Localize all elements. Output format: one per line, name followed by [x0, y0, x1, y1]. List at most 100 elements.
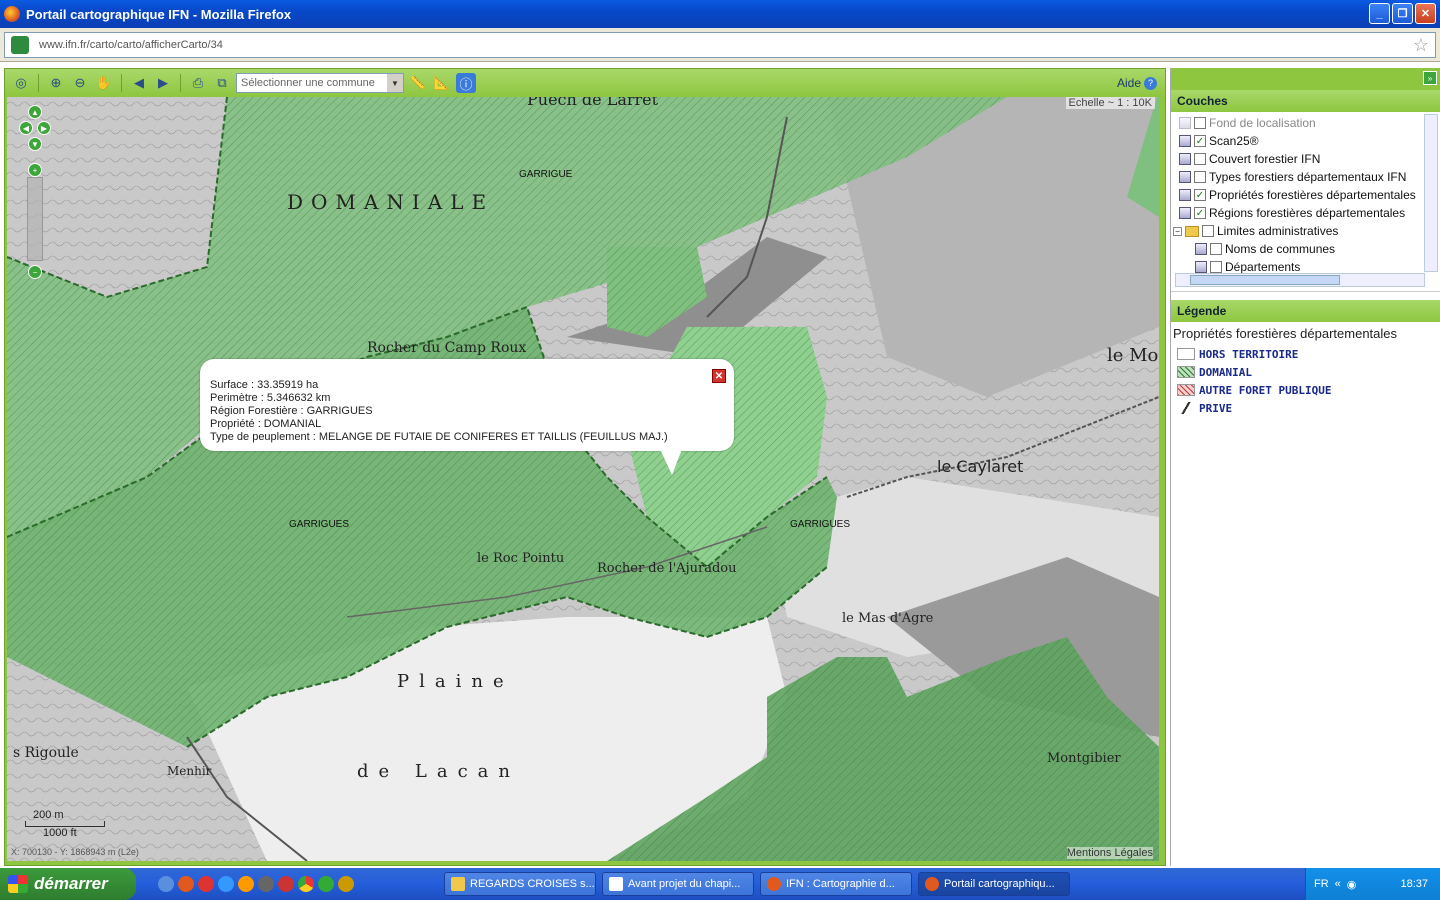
quick-launch — [158, 876, 354, 892]
windows-taskbar: démarrer REGARDS CROISES s... Avant proj… — [0, 868, 1440, 900]
url-input[interactable]: www.ifn.fr/carto/carto/afficherCarto/34 … — [4, 32, 1436, 58]
help-icon: ? — [1144, 76, 1157, 90]
legend-swatch — [1177, 366, 1195, 378]
map-canvas[interactable]: DOMANIALE Puech de Larret Rocher du Camp… — [7, 97, 1159, 861]
layer-checkbox[interactable] — [1194, 153, 1206, 165]
layer-checkbox[interactable] — [1210, 261, 1222, 273]
layer-checkbox[interactable] — [1210, 243, 1222, 255]
firefox-icon — [925, 877, 939, 891]
popup-close-icon[interactable]: ✕ — [712, 369, 726, 383]
window-titlebar: Portail cartographique IFN - Mozilla Fir… — [0, 0, 1440, 28]
full-extent-icon[interactable]: ◎ — [11, 73, 31, 93]
coordinate-readout: X: 700130 - Y: 1868943 m (L2e) — [11, 847, 139, 857]
layers-horizontal-scrollbar[interactable] — [1175, 273, 1425, 287]
next-view-icon[interactable]: ▶ — [153, 73, 173, 93]
layer-types-forestiers[interactable]: Types forestiers départementaux IFN — [1179, 168, 1440, 186]
layer-couvert-forestier[interactable]: Couvert forestier IFN — [1179, 150, 1440, 168]
taskbar-item-active[interactable]: Portail cartographiqu... — [918, 872, 1070, 896]
side-panel: » Couches Fond de localisation ✓ Scan25® — [1170, 68, 1440, 866]
layer-icon — [1179, 189, 1191, 201]
layer-checkbox[interactable]: ✓ — [1194, 135, 1206, 147]
zoom-slider[interactable] — [27, 177, 43, 261]
layer-regions-forestieres[interactable]: ✓ Régions forestières départementales — [1179, 204, 1440, 222]
layer-checkbox[interactable] — [1202, 225, 1214, 237]
close-window-button[interactable]: ✕ — [1415, 3, 1436, 24]
window-title: Portail cartographique IFN - Mozilla Fir… — [26, 6, 292, 22]
layer-checkbox[interactable] — [1194, 117, 1206, 129]
measure-area-icon[interactable]: 📐 — [432, 73, 452, 93]
navigation-bar: www.ifn.fr/carto/carto/afficherCarto/34 … — [0, 28, 1440, 62]
network-icon[interactable]: ◉ — [1347, 878, 1357, 891]
layer-limites-administratives[interactable]: − Limites administratives — [1173, 222, 1440, 240]
help-label: Aide — [1116, 76, 1141, 90]
taskbar-item[interactable]: Avant projet du chapi... — [602, 872, 754, 896]
layer-icon — [1179, 135, 1191, 147]
legende-header: Légende — [1171, 300, 1440, 322]
popup-perimetre: Perimètre : 5.346632 km — [210, 392, 331, 404]
commune-select[interactable]: Sélectionner une commune ▼ — [236, 73, 404, 93]
firefox-icon — [4, 6, 20, 22]
layer-scan25[interactable]: ✓ Scan25® — [1179, 132, 1440, 150]
layer-icon — [1179, 153, 1191, 165]
previous-view-icon[interactable]: ◀ — [129, 73, 149, 93]
windows-logo-icon — [8, 875, 28, 893]
chrome-icon[interactable] — [298, 876, 314, 892]
layer-icon — [1195, 243, 1207, 255]
firefox-icon — [767, 877, 781, 891]
zoom-out-icon[interactable]: ⊖ — [70, 73, 90, 93]
help-link[interactable]: Aide ? — [1117, 76, 1157, 90]
firefox-icon[interactable] — [178, 876, 194, 892]
app-icon[interactable] — [198, 876, 214, 892]
layer-noms-communes[interactable]: Noms de communes — [1179, 240, 1440, 258]
app-icon[interactable] — [318, 876, 334, 892]
app-icon[interactable] — [238, 876, 254, 892]
app-icon[interactable] — [278, 876, 294, 892]
svg-text:Rocher du Camp Roux: Rocher du Camp Roux — [367, 340, 526, 356]
language-indicator[interactable]: FR — [1314, 878, 1329, 890]
pan-left-icon[interactable]: ◀ — [19, 121, 33, 135]
svg-text:Menhir: Menhir — [167, 764, 212, 778]
layer-checkbox[interactable]: ✓ — [1194, 189, 1206, 201]
bookmark-star-icon[interactable]: ☆ — [1413, 35, 1429, 56]
measure-distance-icon[interactable]: 📏 — [408, 73, 428, 93]
info-icon[interactable]: ⓘ — [456, 73, 476, 93]
legend-item-hors-territoire: HORS TERRITOIRE — [1171, 345, 1440, 363]
pan-right-icon[interactable]: ▶ — [37, 121, 51, 135]
ie-icon[interactable] — [218, 876, 234, 892]
app-icon[interactable] — [338, 876, 354, 892]
layer-checkbox[interactable] — [1194, 171, 1206, 183]
mentions-legales-link[interactable]: Mentions Légales — [1066, 847, 1153, 859]
collapse-icon[interactable]: − — [1173, 226, 1182, 236]
zoom-minus-icon[interactable]: − — [28, 265, 42, 279]
zoom-in-icon[interactable]: ⊕ — [46, 73, 66, 93]
layer-proprietes-forestieres[interactable]: ✓ Propriétés forestières départementales — [1179, 186, 1440, 204]
legend-title: Propriétés forestières départementales — [1173, 326, 1398, 341]
pan-up-icon[interactable]: ▲ — [28, 105, 42, 119]
minimize-button[interactable]: _ — [1369, 3, 1390, 24]
app-icon[interactable] — [258, 876, 274, 892]
legend-item-domanial: DOMANIAL — [1171, 363, 1440, 381]
svg-text:de Lacan: de Lacan — [357, 761, 520, 782]
layer-icon — [1179, 207, 1191, 219]
layers-vertical-scrollbar[interactable] — [1424, 114, 1438, 272]
start-button[interactable]: démarrer — [0, 868, 136, 900]
clock: 18:37 — [1400, 878, 1428, 890]
tray-expand-icon[interactable]: « — [1335, 878, 1341, 890]
maximize-button[interactable]: ❐ — [1392, 3, 1413, 24]
chevron-down-icon[interactable]: ▼ — [387, 74, 403, 92]
zoom-plus-icon[interactable]: + — [28, 163, 42, 177]
taskbar-item[interactable]: IFN : Cartographie d... — [760, 872, 912, 896]
collapse-panel-icon[interactable]: » — [1423, 71, 1437, 85]
feature-info-popup: ✕ Surface : 33.35919 ha Perimètre : 5.34… — [200, 359, 734, 475]
layer-icon — [1179, 171, 1191, 183]
desktop-icon[interactable] — [158, 876, 174, 892]
layer-fond-localisation[interactable]: Fond de localisation — [1179, 114, 1440, 132]
print-icon[interactable]: ⎙ — [188, 73, 208, 93]
pan-hand-icon[interactable]: ✋ — [94, 73, 114, 93]
svg-text:le Roc Pointu: le Roc Pointu — [477, 551, 564, 566]
taskbar-item[interactable]: REGARDS CROISES s... — [444, 872, 596, 896]
export-icon[interactable]: ⧉ — [212, 73, 232, 93]
pan-down-icon[interactable]: ▼ — [28, 137, 42, 151]
legend-swatch — [1177, 384, 1195, 396]
layer-checkbox[interactable]: ✓ — [1194, 207, 1206, 219]
